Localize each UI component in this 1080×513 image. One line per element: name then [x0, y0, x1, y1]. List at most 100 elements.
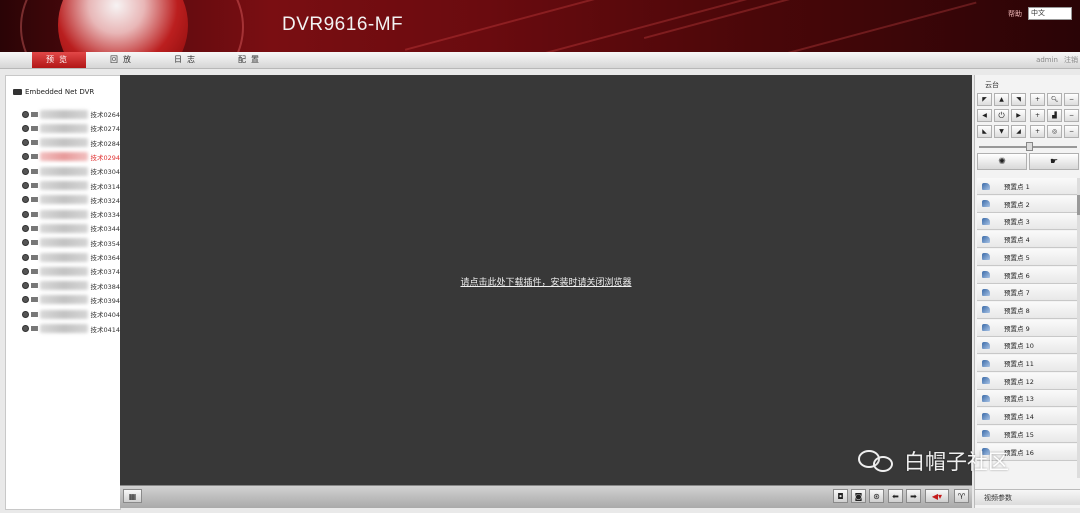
next-page-button[interactable]: ➡ [906, 489, 921, 503]
arrow-right-icon: ▶ [1016, 112, 1021, 119]
device-tree-root[interactable]: Embedded Net DVR [13, 88, 94, 96]
zoom-icon-button[interactable]: 🔍︎ [1047, 93, 1062, 106]
camera-item[interactable]: 技术0394 [22, 294, 120, 306]
preset-item[interactable]: 预置点 9 [977, 319, 1077, 337]
preset-item[interactable]: 预置点 1 [977, 178, 1077, 195]
ptz-left-button[interactable]: ◀ [977, 109, 992, 122]
record-icon: ⊛ [873, 491, 880, 501]
dvr-icon [13, 89, 22, 95]
preset-item[interactable]: 预置点 15 [977, 425, 1077, 443]
capture-button[interactable]: ◙ [851, 489, 866, 503]
username: admin [1036, 56, 1058, 64]
ptz-up-left-button[interactable]: ◤ [977, 93, 992, 106]
preset-item[interactable]: 预置点 12 [977, 372, 1077, 390]
camera-item[interactable]: 技术0404 [22, 308, 120, 320]
camera-label: 技术0364 [90, 254, 120, 262]
camera-item[interactable]: 技术0354 [22, 237, 120, 249]
camera-item[interactable]: 技术0304 [22, 165, 120, 177]
camera-item[interactable]: 技术0384 [22, 280, 120, 292]
camera-item[interactable]: 技术0324 [22, 194, 120, 206]
camera-item[interactable]: 技术0274 [22, 122, 120, 134]
camera-label: 技术0294 [90, 153, 120, 162]
zoom-in-button[interactable]: + [1030, 93, 1045, 106]
focus-near-button[interactable]: + [1030, 109, 1045, 122]
user-area: admin 注销 [1036, 52, 1078, 68]
camera-label: 技术0414 [90, 325, 120, 334]
preset-camera-icon [982, 359, 990, 367]
plugin-download-link[interactable]: 请点击此处下载插件，安装时请关闭浏览器 [120, 275, 972, 288]
preset-item[interactable]: 预置点 4 [977, 231, 1077, 249]
plus-icon: + [1034, 112, 1041, 119]
camera-item[interactable]: 技术0334 [22, 208, 120, 220]
language-select[interactable]: 中文 [1028, 7, 1072, 20]
tab-config[interactable]: 配置 [224, 52, 278, 68]
ptz-up-button[interactable]: ▲ [994, 93, 1009, 106]
preset-label: 预置点 7 [1004, 289, 1030, 298]
arrow-left-icon: ⬅ [892, 491, 899, 501]
preset-item[interactable]: 预置点 11 [977, 355, 1077, 372]
light-button[interactable]: ✺ [977, 153, 1027, 170]
tab-preview[interactable]: 预览 [32, 52, 86, 68]
app-header: DVR9616-MF 帮助 中文 [0, 0, 1080, 52]
preset-item[interactable]: 预置点 7 [977, 284, 1077, 302]
wechat-bubble-small [873, 456, 893, 472]
preset-label: 预置点 10 [1004, 342, 1034, 351]
preset-item[interactable]: 预置点 2 [977, 195, 1077, 213]
iris-button[interactable]: ◎ [1047, 125, 1062, 138]
camera-label: 技术0394 [90, 296, 120, 305]
volume-button[interactable]: ◀▾ [925, 489, 949, 503]
camera-item[interactable]: 技术0264 [22, 108, 120, 120]
arrow-right-icon: ➡ [910, 491, 917, 501]
zoom-out-button[interactable]: − [1064, 93, 1079, 106]
camera-status-icon [22, 196, 29, 204]
preset-camera-icon [982, 235, 990, 243]
preset-item[interactable]: 预置点 13 [977, 390, 1077, 408]
camera-status-icon [22, 139, 29, 147]
camera-status-icon [22, 124, 29, 132]
iris-open-button[interactable]: + [1030, 125, 1045, 138]
camera-icon [30, 326, 39, 331]
preset-item[interactable]: 预置点 8 [977, 301, 1077, 319]
camera-icon [30, 140, 39, 146]
prev-page-button[interactable]: ⬅ [888, 489, 903, 503]
help-link[interactable]: 帮助 [1008, 9, 1022, 19]
record-button[interactable]: ⊛ [869, 489, 884, 503]
video-params-tab[interactable]: 视频参数 [975, 489, 1080, 505]
camera-status-icon [22, 310, 29, 318]
iris-close-button[interactable]: − [1064, 125, 1079, 138]
camera-item[interactable]: 技术0284 [22, 137, 120, 149]
camera-label: 技术0284 [90, 139, 120, 148]
tab-playback[interactable]: 回放 [96, 52, 150, 68]
ptz-auto-button[interactable]: ⏻ [994, 109, 1009, 122]
preset-camera-icon [982, 394, 990, 402]
preset-item[interactable]: 预置点 6 [977, 266, 1077, 284]
camera-item[interactable]: 技术0374 [22, 265, 120, 277]
window-layout-button[interactable]: ▦ [123, 489, 142, 503]
camera-item[interactable]: 技术0294 [22, 151, 120, 163]
preset-label: 预置点 1 [1004, 183, 1030, 191]
camera-item[interactable]: 技术0314 [22, 180, 120, 192]
camera-item[interactable]: 技术0414 [22, 323, 120, 335]
ptz-down-right-button[interactable]: ◢ [1011, 125, 1026, 138]
focus-button[interactable]: ▟ [1047, 109, 1062, 122]
preset-item[interactable]: 预置点 3 [977, 213, 1077, 231]
ptz-up-right-button[interactable]: ◥ [1011, 93, 1026, 106]
stop-all-button[interactable]: ◘ [833, 489, 848, 503]
ptz-down-left-button[interactable]: ◣ [977, 125, 992, 138]
tab-log[interactable]: 日志 [160, 52, 214, 68]
preset-item[interactable]: 预置点 14 [977, 408, 1077, 426]
preset-item[interactable]: 预置点 5 [977, 248, 1077, 266]
camera-item[interactable]: 技术0364 [22, 251, 120, 263]
ptz-right-button[interactable]: ▶ [1011, 109, 1026, 122]
preset-camera-icon [982, 200, 990, 208]
ptz-speed-slider[interactable] [1026, 142, 1033, 151]
preset-item[interactable]: 预置点 10 [977, 337, 1077, 355]
logout-link[interactable]: 注销 [1064, 52, 1078, 68]
ptz-down-button[interactable]: ▼ [994, 125, 1009, 138]
wiper-button[interactable]: ☛ [1029, 153, 1079, 170]
talk-button[interactable]: ♈ [954, 489, 969, 503]
plus-icon: + [1034, 96, 1041, 103]
video-display-area[interactable]: 请点击此处下载插件，安装时请关闭浏览器 [120, 75, 972, 485]
focus-far-button[interactable]: − [1064, 109, 1079, 122]
camera-item[interactable]: 技术0344 [22, 222, 120, 234]
